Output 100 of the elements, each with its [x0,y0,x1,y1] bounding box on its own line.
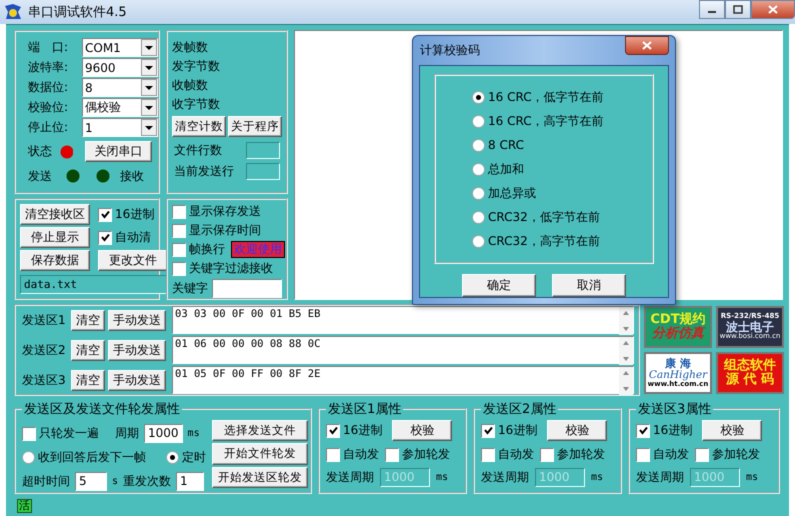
stop-display-button[interactable]: 停止显示 [20,227,90,248]
checkbox-label: 16进制 [498,422,538,439]
checksum-button[interactable]: 校验 [392,420,452,441]
checkbox[interactable] [695,448,709,462]
radio-button[interactable] [472,234,485,248]
checksum-button[interactable]: 校验 [702,420,762,441]
ok-button[interactable]: 确定 [462,274,536,297]
checkbox[interactable] [98,230,112,244]
field-label: 发送周期 [326,469,374,486]
send-text-area[interactable]: 03 03 00 0F 00 01 B5 EB [172,306,634,334]
send-area-label: 发送区2 [21,342,67,358]
checkbox[interactable] [22,426,36,440]
close-button[interactable] [751,0,795,19]
checkbox-label: 只轮发一遍 [39,425,99,442]
field-label: 当前发送行 [174,163,234,180]
checkbox-label: 关键字过滤接收 [189,260,273,277]
checkbox-label: 16进制 [653,422,692,439]
radio-button[interactable] [166,451,179,464]
clear-count-button[interactable]: 清空计数 [172,116,226,137]
dropdown[interactable]: 1 [82,118,158,137]
ad-banner[interactable]: 组态软件 源 代 码 [716,352,784,394]
retry-field[interactable]: 1 [176,472,204,491]
unit-label: ms [188,428,200,439]
send-button[interactable]: 手动发送 [108,310,166,330]
checkbox-label: 16进制 [115,206,154,223]
unit-label: s [112,476,118,487]
radio-label: 收到回答后发下一帧 [38,449,146,466]
checkbox-label: 自动发 [498,446,534,463]
ad-text: 组态软件 [724,359,776,373]
close-icon [768,5,778,14]
checkbox[interactable] [385,448,399,462]
radio-button[interactable] [472,114,485,128]
cancel-button[interactable]: 取消 [552,274,626,297]
group-title: 发送区及发送文件轮发属性 [23,401,181,418]
field-label: 数据位: [28,79,70,96]
send-button[interactable]: 手动发送 [108,370,166,390]
dropdown[interactable]: 9600 [82,58,158,77]
scrollbar[interactable] [619,307,633,335]
radio-button[interactable] [472,210,485,224]
period-field[interactable]: 1000 [144,424,183,443]
checkbox[interactable] [481,424,495,438]
keyword-field[interactable] [212,279,282,298]
clear-button[interactable]: 清空 [71,310,105,330]
minimize-button[interactable] [699,0,725,19]
send-text-area[interactable]: 01 06 00 00 00 08 88 0C [172,336,634,364]
about-button[interactable]: 关于程序 [228,116,282,137]
radio-label: 16 CRC，低字节在前 [488,88,604,106]
field-label: 周期 [115,425,139,442]
clear-button[interactable]: 清空 [71,370,105,390]
checkbox[interactable] [172,204,186,218]
dropdown[interactable]: 偶校验 [82,98,158,117]
send-button[interactable]: 手动发送 [108,340,166,360]
close-button[interactable] [625,36,669,55]
radio-label: 加总异或 [488,184,536,202]
checkbox[interactable] [172,224,186,238]
radio-button[interactable] [472,90,485,104]
ad-text: CDT规约 [650,313,706,327]
checkbox-label: 16进制 [343,422,382,439]
close-port-button[interactable]: 关闭串口 [85,141,152,162]
checkbox[interactable] [172,262,186,276]
count-field[interactable] [246,163,280,180]
poll-button[interactable]: 开始发送区轮发 [212,466,308,488]
radio-label: 定时 [182,449,206,466]
checkbox[interactable] [540,448,554,462]
radio-button[interactable] [22,451,35,464]
poll-button[interactable]: 开始文件轮发 [212,443,308,465]
group-title: 发送区2属性 [482,401,558,418]
checkbox-label: 参加轮发 [712,446,760,463]
change-file-button[interactable]: 更改文件 [98,250,168,271]
counter-label: 收帧数 [172,77,209,94]
checkbox[interactable] [636,424,650,438]
send-text-area[interactable]: 01 05 0F 00 FF 00 8F 2E [172,366,634,394]
poll-button[interactable]: 选择发送文件 [212,420,308,442]
checksum-button[interactable]: 校验 [547,420,608,441]
dropdown[interactable]: 8 [82,78,158,97]
close-icon [642,41,652,50]
dialog-title: 计算校验码 [420,42,480,59]
group-title: 发送区3属性 [637,401,712,418]
clear-button[interactable]: 清空 [71,340,105,360]
clear-receive-button[interactable]: 清空接收区 [20,204,90,225]
dropdown[interactable]: COM1 [82,38,158,57]
checkbox[interactable] [172,242,186,256]
radio-button[interactable] [472,138,485,152]
maximize-button[interactable] [725,0,751,19]
field-label: 校验位: [28,99,70,116]
scrollbar[interactable] [619,367,633,395]
checkbox[interactable] [636,448,650,462]
checkbox-label: 自动发 [653,446,689,463]
save-data-button[interactable]: 保存数据 [20,250,90,271]
file-name-field[interactable]: data.txt [20,275,168,294]
checkbox[interactable] [326,448,340,462]
count-field[interactable] [246,142,280,159]
timeout-field[interactable]: 5 [75,472,107,491]
radio-button[interactable] [472,162,485,176]
checkbox[interactable] [481,448,495,462]
radio-button[interactable] [472,186,485,200]
checkbox[interactable] [98,208,112,222]
scrollbar[interactable] [619,337,633,365]
checkbox[interactable] [326,424,340,438]
field-label: 波特率: [28,59,70,76]
